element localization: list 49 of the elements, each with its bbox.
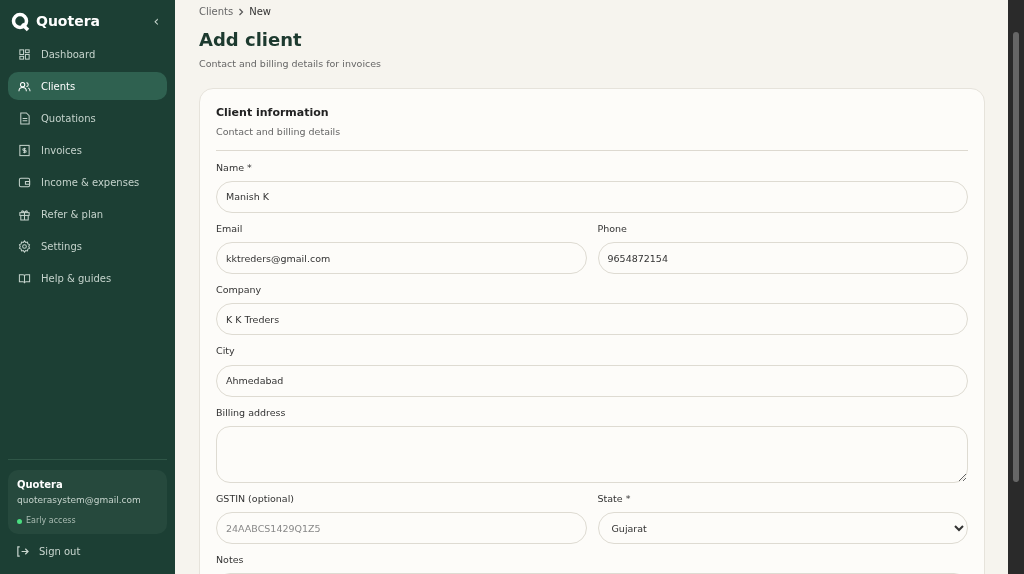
users-icon (18, 79, 31, 93)
book-icon (18, 271, 31, 285)
field-label: Company (216, 283, 263, 297)
card-title: Client information (216, 104, 330, 121)
nav-item[interactable]: Income & expenses (8, 168, 167, 196)
dashboard-icon (18, 47, 31, 61)
nav-item[interactable]: Dashboard (8, 40, 167, 68)
input-field[interactable]: kktreders@gmail.com (216, 242, 587, 274)
breadcrumb-link[interactable]: Clients (199, 4, 234, 19)
nav-item[interactable]: Quotations (8, 104, 167, 132)
sign-out-icon (16, 545, 29, 558)
page-title: Add client (199, 29, 303, 52)
input-field[interactable]: Ahmedabad (216, 364, 968, 397)
field-label: Name * (216, 160, 253, 175)
chevron-icon (238, 7, 245, 16)
settings-icon (18, 239, 31, 253)
document-icon (18, 111, 31, 125)
account-name: Quotera (17, 477, 64, 492)
sign-out-button[interactable]: Sign out (0, 534, 175, 569)
text-area[interactable] (216, 425, 968, 483)
nav-item[interactable]: Invoices (8, 136, 167, 164)
dollar-document-icon (18, 143, 31, 157)
input-field[interactable]: K K Treders (216, 303, 968, 336)
card-subtitle: Contact and billing details (216, 125, 342, 140)
collapse-button[interactable]: ‹ (153, 11, 164, 32)
breadcrumb-current: New (249, 5, 271, 19)
scrollbar[interactable] (1008, 0, 1024, 574)
nav-item[interactable]: Help & guides (8, 264, 167, 292)
input-field[interactable]: Manish K (216, 180, 968, 213)
nav-item[interactable]: Settings (8, 232, 167, 260)
wallet-icon (18, 175, 31, 189)
gift-icon (18, 207, 31, 221)
input-field[interactable]: 9654872154 (597, 242, 968, 274)
field-label: City (216, 344, 236, 359)
field-label: Email (216, 221, 244, 236)
field-label: State * (597, 491, 632, 506)
logo-icon (11, 11, 31, 32)
page-subtitle: Contact and billing details for invoices (199, 56, 383, 71)
nav-item[interactable]: Refer & plan (8, 200, 167, 228)
field-label: Phone (597, 221, 628, 236)
brand-name: Quotera (36, 12, 101, 31)
status-label: Early access (26, 515, 76, 527)
nav-item[interactable]: Clients (8, 72, 167, 100)
select-field[interactable]: Gujarat (597, 512, 968, 544)
field-label: GSTIN (optional) (216, 491, 296, 506)
input-field[interactable]: 24AABCS1429Q1Z5 (216, 512, 587, 544)
field-label: Notes (216, 553, 245, 567)
account-email: quoterasystem@gmail.com (17, 493, 142, 507)
field-label: Billing address (216, 405, 287, 420)
